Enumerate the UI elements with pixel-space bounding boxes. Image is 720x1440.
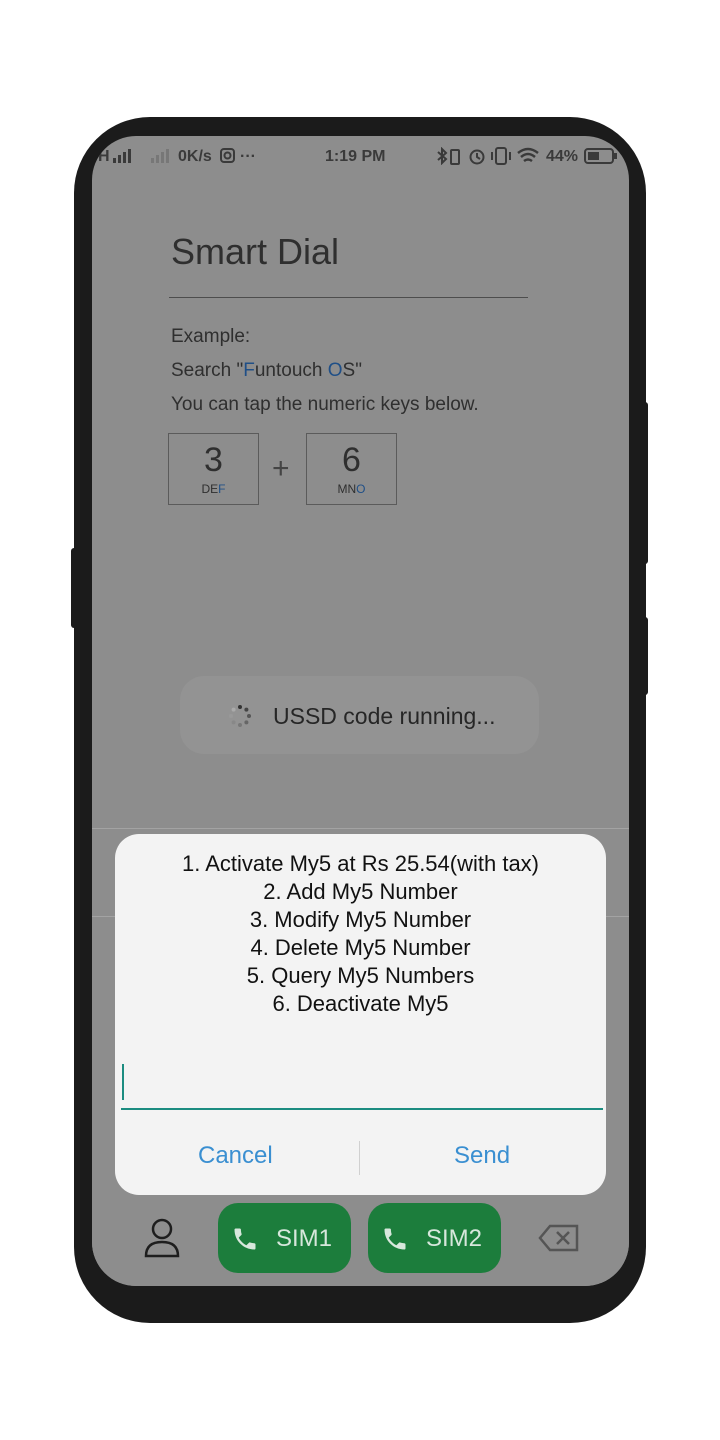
key-number: 6: [342, 441, 361, 479]
send-button[interactable]: Send: [454, 1142, 510, 1170]
more-notifications-icon: ···: [240, 148, 256, 165]
volume-button: [71, 548, 77, 628]
instagram-icon: [220, 148, 236, 169]
search-mid: untouch: [254, 360, 328, 381]
key-letters-main: DE: [201, 482, 219, 496]
menu-option: 4. Delete My5 Number: [250, 935, 471, 960]
row-divider: [92, 828, 629, 829]
menu-option: 2. Add My5 Number: [263, 879, 458, 904]
key-letters: MNO: [307, 482, 396, 496]
example-label: Example:: [171, 326, 251, 347]
key-letter-highlight: F: [218, 482, 226, 496]
battery-icon: [584, 148, 618, 169]
search-example: Search "Funtouch OS": [171, 360, 362, 382]
sim2-call-button[interactable]: SIM2: [368, 1203, 501, 1273]
search-highlight-o: O: [327, 360, 343, 381]
sim1-call-button[interactable]: SIM1: [218, 1203, 351, 1273]
search-suffix: S": [342, 360, 362, 381]
alarm-icon: [468, 147, 486, 170]
power-button-lower: [642, 617, 648, 695]
example-key-3[interactable]: 3 DEF: [168, 433, 259, 505]
cancel-button[interactable]: Cancel: [198, 1142, 273, 1170]
clock: 1:19 PM: [325, 148, 386, 165]
spinner-icon: [229, 705, 251, 727]
ussd-message: 1. Activate My5 at Rs 25.54(with tax) 2.…: [115, 850, 606, 1018]
menu-option: 5. Query My5 Numbers: [246, 963, 475, 988]
hint-text: You can tap the numeric keys below.: [171, 394, 479, 415]
contacts-icon[interactable]: [142, 1216, 182, 1258]
network-type: H: [98, 148, 110, 165]
bluetooth-icon: [436, 146, 448, 170]
example-key-6[interactable]: 6 MNO: [306, 433, 397, 505]
ussd-reply-input[interactable]: [121, 1060, 603, 1110]
page-title: Smart Dial: [171, 231, 340, 272]
wifi-icon: [516, 147, 540, 170]
text-cursor: [122, 1064, 124, 1100]
key-number: 3: [204, 441, 223, 479]
sim2-label: SIM2: [426, 1225, 483, 1252]
sim1-label: SIM1: [276, 1225, 333, 1252]
toast-text: USSD code running...: [273, 703, 496, 729]
menu-option: 3. Modify My5 Number: [249, 907, 472, 932]
network-speed: 0K/s: [178, 148, 212, 165]
power-button-upper: [642, 402, 648, 564]
plus-sign: +: [272, 452, 290, 485]
signal-icon-sim2: [150, 149, 174, 168]
battery-percent: 44%: [546, 148, 579, 165]
signal-icon: [112, 149, 136, 168]
ussd-dialog: 1. Activate My5 at Rs 25.54(with tax) 2.…: [115, 834, 606, 1195]
phone-icon: [234, 1228, 256, 1250]
search-highlight-f: F: [243, 360, 255, 381]
search-prefix: Search ": [171, 360, 244, 381]
menu-option: 6. Deactivate My5: [272, 991, 449, 1016]
menu-option: 1. Activate My5 at Rs 25.54(with tax): [181, 851, 540, 876]
status-bar: H 0K/s ··· 1:19 PM 44%: [92, 136, 629, 178]
backspace-icon[interactable]: [538, 1223, 580, 1253]
phone-icon: [384, 1228, 406, 1250]
title-divider: [169, 297, 528, 298]
battery-small-icon: [450, 148, 460, 170]
vibrate-icon: [490, 147, 512, 170]
key-letters: DEF: [169, 482, 258, 496]
button-divider: [359, 1141, 360, 1175]
key-letters-main: MN: [337, 482, 357, 496]
key-letter-highlight: O: [356, 482, 366, 496]
